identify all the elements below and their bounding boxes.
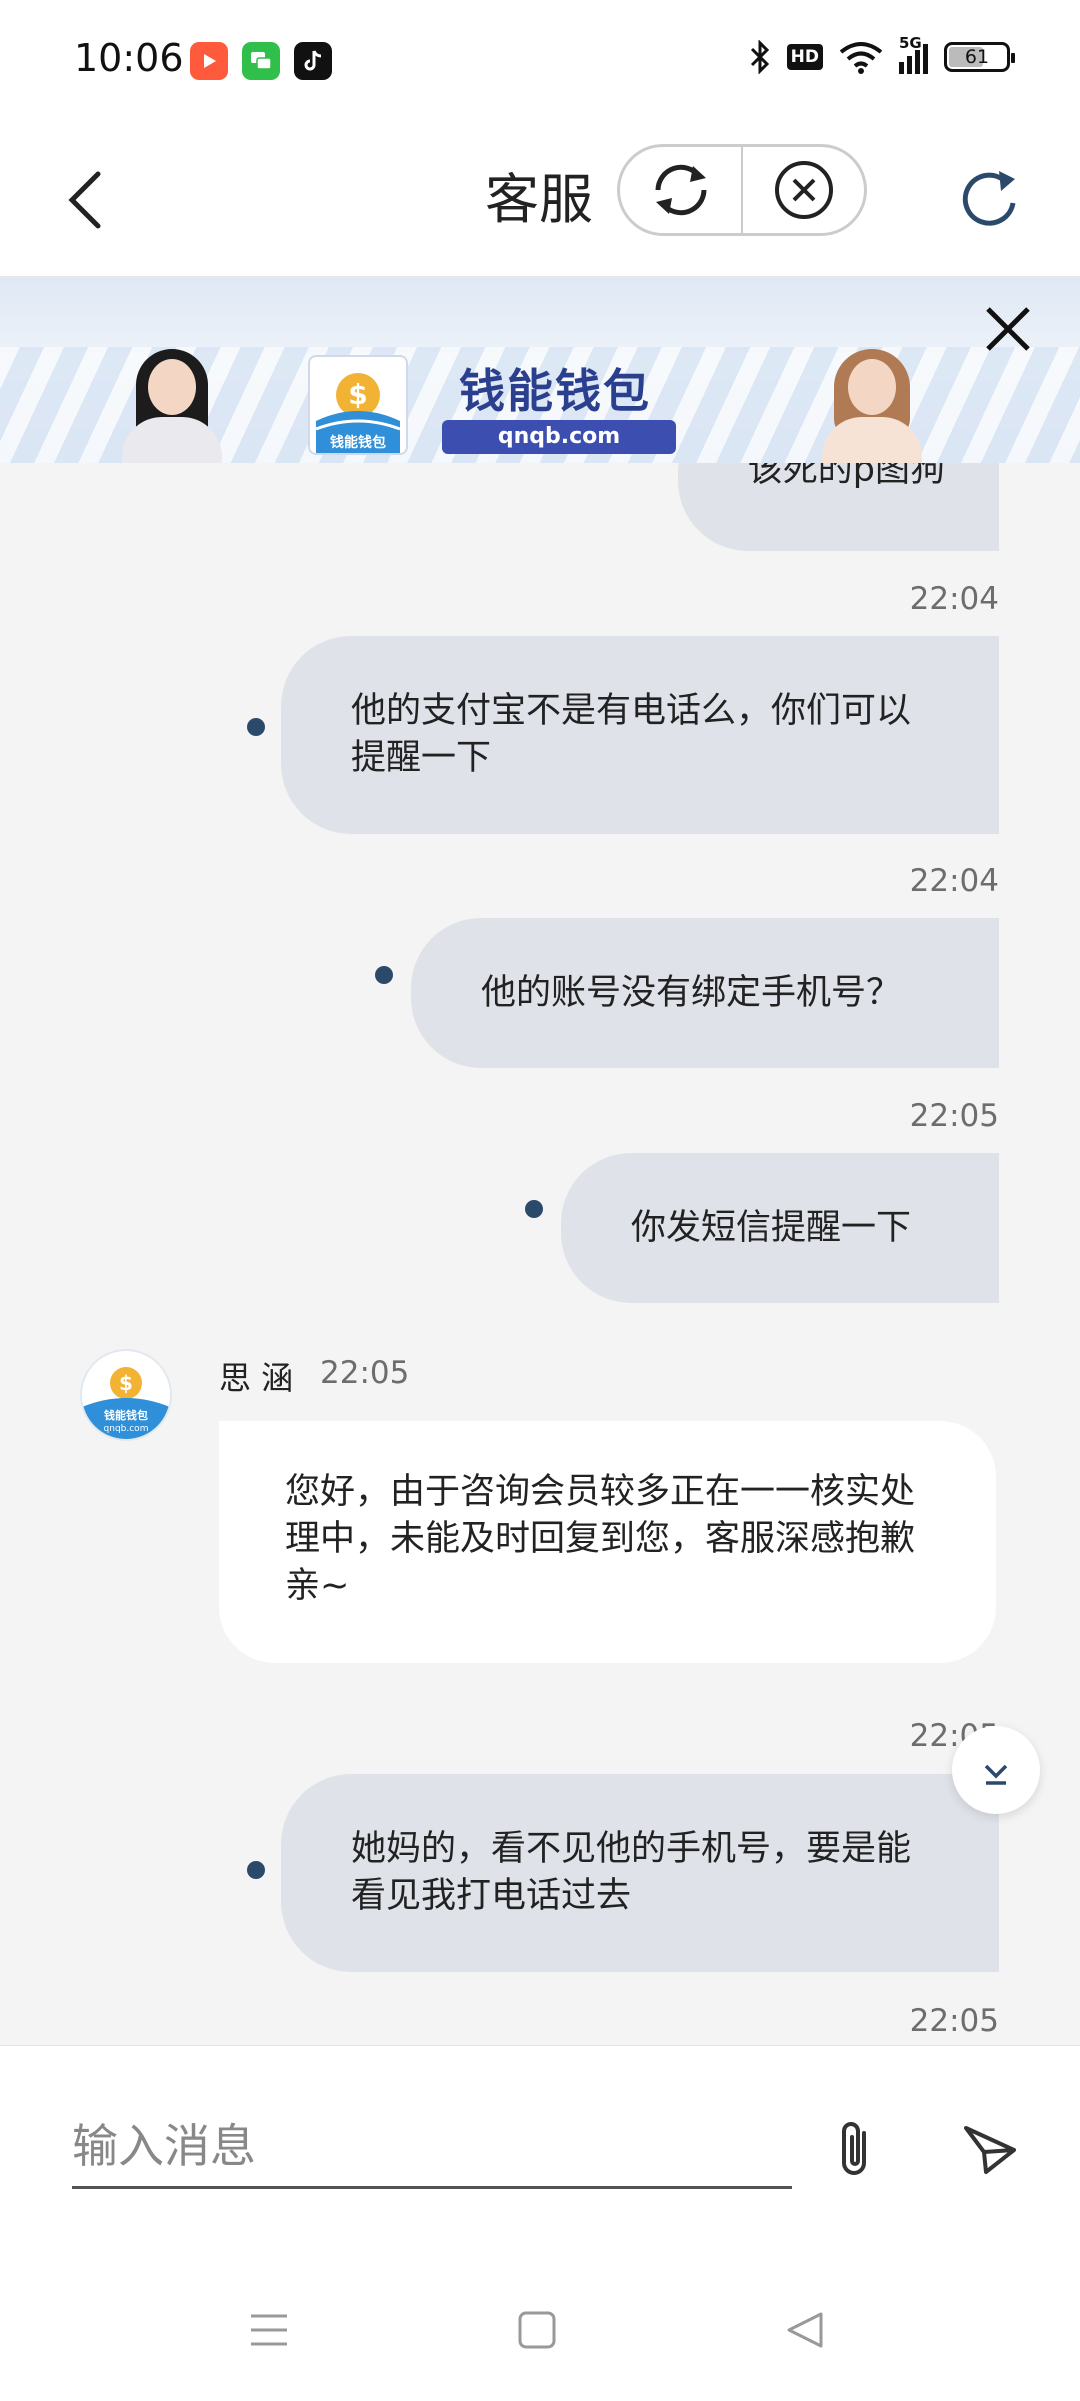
agent-avatar-url: qnqb.com (104, 1424, 149, 1434)
recent-apps-button[interactable] (234, 2300, 304, 2360)
message-input[interactable] (72, 2106, 792, 2189)
battery-level: 61 (964, 46, 990, 68)
close-circle-icon (774, 161, 833, 219)
message-bubble-incoming[interactable]: 您好，由于咨询会员较多正在一一核实处理中，未能及时回复到您，客服深感抱歉亲~ (219, 1421, 996, 1663)
back-arrow-icon (68, 171, 101, 229)
status-bar: 10:06 HD 5G 61 (0, 0, 1080, 124)
system-navigation-bar (0, 2260, 1080, 2400)
message-bubble-outgoing[interactable]: 他的账号没有绑定手机号？ (411, 918, 999, 1068)
wifi-icon (839, 42, 883, 74)
end-session-button[interactable] (743, 147, 864, 233)
svg-text:$: $ (348, 378, 367, 411)
chevron-down-icon (984, 1764, 1008, 1785)
signal-icon: 5G (899, 34, 928, 74)
banner-close-button[interactable] (976, 297, 1040, 361)
header-action-pill (617, 144, 867, 236)
message-bubble-outgoing[interactable]: 她妈的，看不见他的手机号，要是能看见我打电话过去 (281, 1774, 999, 1972)
menu-icon (251, 2314, 287, 2346)
system-icons: HD 5G 61 (749, 34, 1015, 74)
brand-logo-text: 钱能钱包 (330, 434, 386, 451)
paperclip-icon (842, 2122, 866, 2175)
notification-icons (190, 42, 332, 80)
message-text: 他的支付宝不是有电话么，你们可以提醒一下 (351, 691, 912, 778)
messages-app-icon (242, 42, 280, 80)
message-bubble-outgoing[interactable]: 他的支付宝不是有电话么，你们可以提醒一下 (281, 636, 999, 834)
message-time: 22:04 (909, 863, 999, 899)
attach-button[interactable] (824, 2110, 888, 2190)
agent-avatar-text: 钱能钱包 (104, 1408, 148, 1422)
send-icon (964, 2126, 1016, 2174)
back-nav-button[interactable] (770, 2300, 840, 2360)
brand-url: qnqb.com (442, 420, 676, 454)
message-time: 22:05 (909, 1098, 999, 1134)
home-icon (518, 2311, 556, 2349)
close-icon (986, 307, 1030, 351)
message-time: 22:05 (320, 1355, 410, 1391)
sync-button[interactable] (620, 147, 741, 233)
read-status-dot (375, 966, 393, 984)
back-icon (787, 2312, 823, 2348)
message-text: 她妈的，看不见他的手机号，要是能看见我打电话过去 (351, 1829, 912, 1916)
message-bubble-outgoing[interactable]: 你发短信提醒一下 (561, 1153, 999, 1303)
agent-name: 思 涵 (219, 1359, 294, 1397)
banner-model-left (112, 349, 232, 463)
video-app-icon (190, 42, 228, 80)
message-text: 该死的p图狗 (747, 463, 945, 490)
scroll-to-bottom-button[interactable] (952, 1726, 1040, 1814)
sync-icon (655, 164, 706, 216)
svg-text:$: $ (119, 1371, 133, 1395)
status-time: 10:06 (74, 36, 184, 80)
network-label: 5G (899, 34, 922, 52)
refresh-icon (962, 171, 1016, 226)
message-text: 你发短信提醒一下 (631, 1207, 912, 1248)
message-bubble-outgoing[interactable]: 该死的p图狗 (677, 463, 999, 551)
agent-avatar[interactable]: $ 钱能钱包 qnqb.com (82, 1351, 170, 1439)
back-button[interactable] (56, 162, 116, 238)
tiktok-app-icon (294, 42, 332, 80)
ad-banner[interactable]: $ 钱能钱包 钱能钱包 qnqb.com (0, 277, 1080, 463)
message-text: 他的账号没有绑定手机号？ (481, 972, 902, 1013)
battery-icon: 61 (944, 42, 1015, 72)
hd-icon: HD (786, 44, 823, 70)
brand-name: 钱能钱包 (459, 364, 651, 418)
bluetooth-icon (750, 40, 769, 74)
chat-header: 客服 (0, 124, 1080, 277)
brand-logo: $ 钱能钱包 (310, 357, 406, 453)
message-time: 22:05 (909, 2003, 999, 2039)
chat-messages[interactable]: 该死的p图狗 22:04 他的支付宝不是有电话么，你们可以提醒一下 22:04 … (0, 463, 1080, 2045)
send-button[interactable] (950, 2110, 1030, 2190)
message-time: 22:04 (909, 581, 999, 617)
read-status-dot (247, 718, 265, 736)
page-title: 客服 (485, 168, 593, 231)
message-text: 您好，由于咨询会员较多正在一一核实处理中，未能及时回复到您，客服深感抱歉亲~ (285, 1472, 916, 1606)
refresh-button[interactable] (950, 160, 1030, 240)
banner-model-right (812, 349, 932, 463)
read-status-dot (525, 1200, 543, 1218)
home-button[interactable] (502, 2300, 572, 2360)
read-status-dot (247, 1861, 265, 1879)
